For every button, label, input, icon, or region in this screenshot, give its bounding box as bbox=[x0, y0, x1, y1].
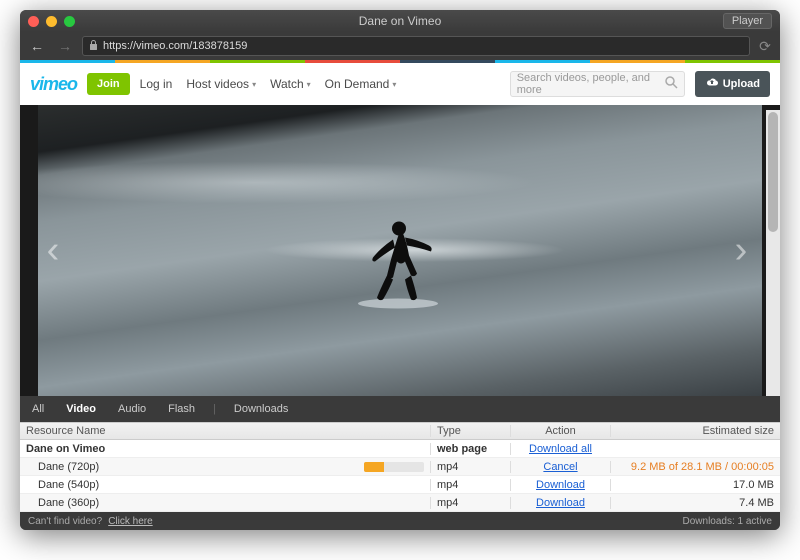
resource-size: 7.4 MB bbox=[610, 497, 780, 509]
action-link[interactable]: Download bbox=[536, 497, 585, 509]
header-size[interactable]: Estimated size bbox=[610, 425, 780, 437]
resource-name: Dane (360p) bbox=[26, 497, 99, 509]
minimize-window-button[interactable] bbox=[46, 16, 57, 27]
surfer-figure bbox=[355, 218, 445, 313]
cloud-upload-icon bbox=[705, 77, 719, 91]
url-text: https://vimeo.com/183878159 bbox=[103, 40, 247, 52]
tab-flash[interactable]: Flash bbox=[164, 401, 199, 417]
action-link[interactable]: Download all bbox=[529, 443, 592, 455]
forward-button[interactable]: → bbox=[54, 35, 76, 57]
lock-icon bbox=[89, 40, 99, 53]
table-row[interactable]: Dane on Vimeo web page Download all bbox=[20, 440, 780, 458]
table-row[interactable]: Dane (360p) mp4 Download 7.4 MB bbox=[20, 494, 780, 512]
search-icon bbox=[665, 76, 678, 92]
tab-downloads[interactable]: Downloads bbox=[230, 401, 292, 417]
table-row[interactable]: Dane (540p) mp4 Download 17.0 MB bbox=[20, 476, 780, 494]
resource-name: Dane (540p) bbox=[26, 479, 99, 491]
window-title: Dane on Vimeo bbox=[20, 14, 780, 28]
table-header: Resource Name Type Action Estimated size bbox=[20, 422, 780, 440]
header-type[interactable]: Type bbox=[430, 425, 510, 437]
video-player[interactable]: ‹ › bbox=[20, 105, 780, 396]
chevron-down-icon: ▾ bbox=[307, 80, 311, 89]
tab-separator: | bbox=[213, 403, 216, 415]
resource-size: 9.2 MB of 28.1 MB / 00:00:05 bbox=[610, 461, 780, 473]
chevron-down-icon: ▾ bbox=[392, 80, 396, 89]
footer-question: Can't find video? bbox=[28, 516, 102, 527]
player-button[interactable]: Player bbox=[723, 13, 772, 29]
prev-arrow[interactable]: ‹ bbox=[38, 221, 68, 281]
close-window-button[interactable] bbox=[28, 16, 39, 27]
tab-all[interactable]: All bbox=[28, 401, 48, 417]
downloads-table: Resource Name Type Action Estimated size… bbox=[20, 422, 780, 512]
filter-tabs: All Video Audio Flash | Downloads bbox=[20, 396, 780, 422]
upload-label: Upload bbox=[723, 78, 760, 90]
nav-link[interactable]: On Demand▾ bbox=[325, 77, 397, 91]
resource-name: Dane (720p) bbox=[26, 461, 99, 473]
address-bar: ← → https://vimeo.com/183878159 ⟳ bbox=[20, 32, 780, 60]
resource-type: mp4 bbox=[430, 479, 510, 491]
header-action[interactable]: Action bbox=[510, 425, 610, 437]
nav-link[interactable]: Watch▾ bbox=[270, 77, 311, 91]
scrollbar[interactable] bbox=[766, 110, 780, 396]
nav-link[interactable]: Host videos▾ bbox=[186, 77, 256, 91]
upload-button[interactable]: Upload bbox=[695, 71, 770, 97]
scrollbar-thumb[interactable] bbox=[768, 112, 778, 232]
nav-link[interactable]: Log in bbox=[140, 77, 173, 91]
next-arrow[interactable]: › bbox=[726, 221, 756, 281]
maximize-window-button[interactable] bbox=[64, 16, 75, 27]
tab-video[interactable]: Video bbox=[62, 401, 100, 417]
url-input[interactable]: https://vimeo.com/183878159 bbox=[82, 36, 750, 56]
progress-bar bbox=[364, 462, 424, 472]
vimeo-logo[interactable]: vimeo bbox=[30, 74, 77, 95]
action-link[interactable]: Download bbox=[536, 479, 585, 491]
resource-name: Dane on Vimeo bbox=[26, 443, 105, 455]
action-link[interactable]: Cancel bbox=[543, 461, 577, 473]
back-button[interactable]: ← bbox=[26, 35, 48, 57]
table-row[interactable]: Dane (720p) mp4 Cancel 9.2 MB of 28.1 MB / … bbox=[20, 458, 780, 476]
app-window: Dane on Vimeo Player ← → https://vimeo.c… bbox=[20, 10, 780, 530]
resource-type: mp4 bbox=[430, 497, 510, 509]
resource-size: 17.0 MB bbox=[610, 479, 780, 491]
search-placeholder: Search videos, people, and more bbox=[517, 72, 661, 96]
vimeo-header: vimeo Join Log in Host videos▾ Watch▾ On De… bbox=[20, 63, 780, 105]
resource-type: mp4 bbox=[430, 461, 510, 473]
downloads-status: Downloads: 1 active bbox=[683, 516, 773, 527]
reload-button[interactable]: ⟳ bbox=[756, 38, 774, 55]
chevron-down-icon: ▾ bbox=[252, 80, 256, 89]
titlebar: Dane on Vimeo Player bbox=[20, 10, 780, 32]
traffic-lights bbox=[28, 16, 75, 27]
footer-link[interactable]: Click here bbox=[108, 516, 152, 527]
status-bar: Can't find video? Click here Downloads: … bbox=[20, 512, 780, 530]
resource-type: web page bbox=[430, 443, 510, 455]
header-name[interactable]: Resource Name bbox=[20, 425, 430, 437]
search-input[interactable]: Search videos, people, and more bbox=[510, 71, 685, 97]
tab-audio[interactable]: Audio bbox=[114, 401, 150, 417]
join-button[interactable]: Join bbox=[87, 73, 130, 95]
